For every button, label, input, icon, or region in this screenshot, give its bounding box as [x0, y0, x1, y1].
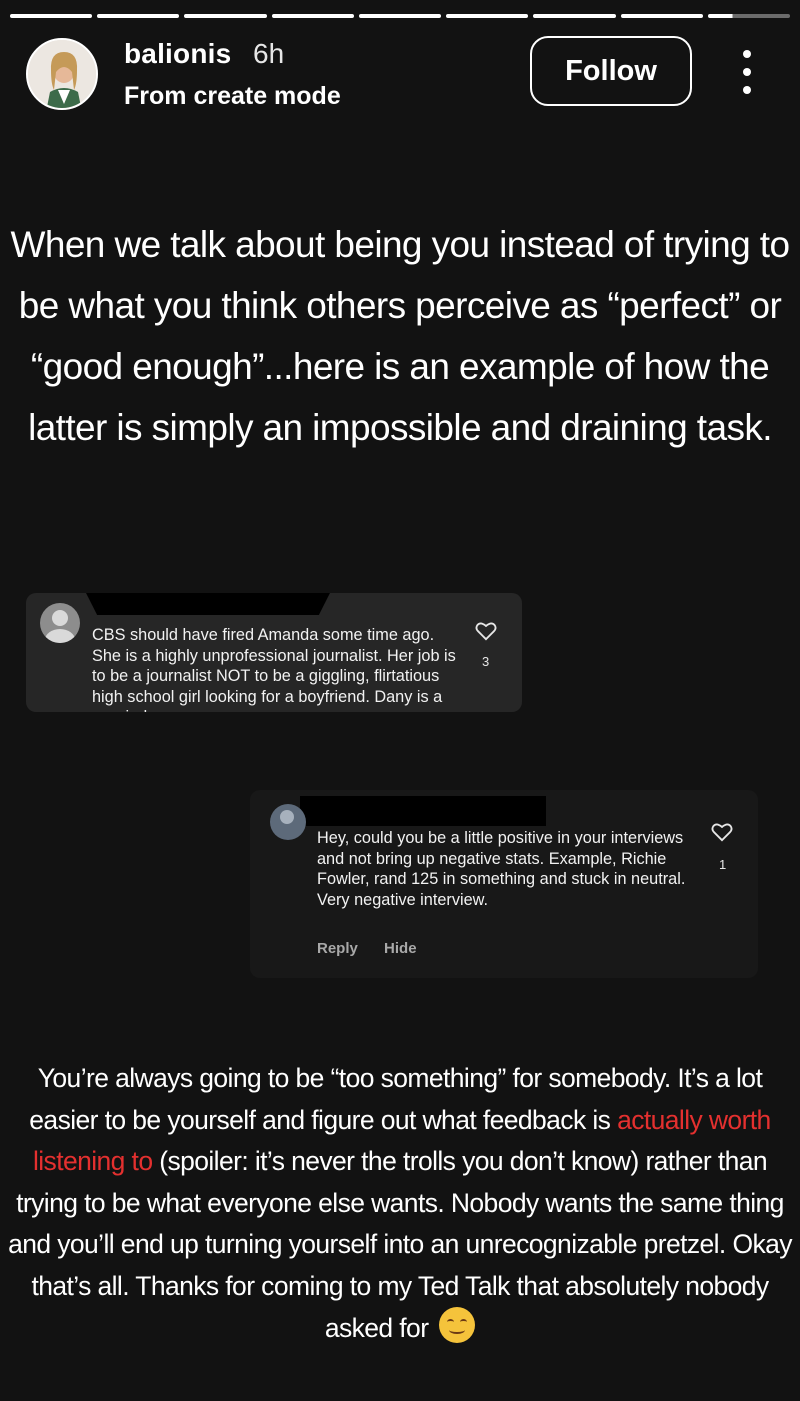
progress-segment-current	[707, 14, 790, 18]
heart-icon	[711, 823, 733, 842]
commenter-avatar	[40, 603, 80, 643]
comment-screenshot-2: Hey, could you be a little positive in y…	[250, 790, 758, 978]
redacted-username	[300, 796, 546, 826]
progress-segment	[271, 14, 354, 18]
reply-link: Reply	[317, 940, 358, 957]
progress-segment	[10, 14, 93, 18]
smiling-face-emoji-icon	[439, 1307, 476, 1343]
like-count: 3	[482, 654, 490, 669]
comment-actions: Reply Hide	[317, 940, 439, 957]
progress-segment	[97, 14, 180, 18]
commenter-avatar	[270, 804, 306, 840]
story-intro-text: When we talk about being you instead of …	[10, 224, 791, 448]
more-vertical-icon[interactable]	[732, 50, 762, 94]
profile-avatar[interactable]	[26, 38, 98, 110]
comment-text: CBS should have fired Amanda some time a…	[92, 626, 456, 712]
progress-segment	[533, 14, 616, 18]
comment-text: Hey, could you be a little positive in y…	[317, 829, 686, 909]
progress-segment	[358, 14, 442, 18]
like-count: 1	[719, 857, 727, 872]
story-progress-bar	[10, 14, 790, 18]
hide-link: Hide	[384, 940, 417, 957]
story-subtitle: From create mode	[124, 82, 341, 110]
post-time: 6h	[253, 38, 285, 69]
follow-button[interactable]: Follow	[530, 36, 692, 106]
heart-icon	[475, 622, 497, 641]
username[interactable]: balionis	[124, 38, 231, 70]
progress-segment	[620, 14, 703, 18]
story-outro-text: You’re always going to be “too something…	[4, 1058, 796, 1350]
progress-segment	[184, 14, 267, 18]
progress-segment	[446, 14, 529, 18]
redacted-username	[82, 593, 334, 615]
comment-screenshot-1: CBS should have fired Amanda some time a…	[26, 593, 522, 712]
